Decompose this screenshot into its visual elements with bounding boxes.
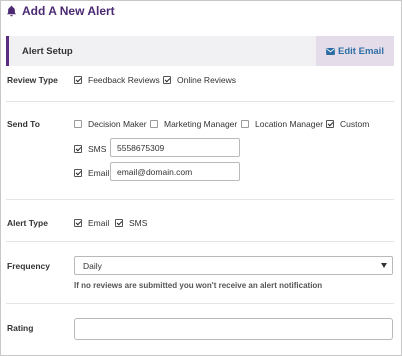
checkbox-label: Decision Maker	[88, 119, 147, 129]
checkbox-label: Email	[88, 168, 110, 178]
checkbox-box[interactable]	[150, 120, 158, 128]
section-title: Alert Setup	[22, 46, 73, 57]
divider	[6, 101, 394, 102]
divider	[6, 199, 394, 200]
alert-type-label: Alert Type	[7, 218, 48, 228]
alert-email-checkbox[interactable]: Email	[74, 218, 109, 228]
frequency-selected-value: Daily	[83, 260, 102, 271]
sms-checkbox[interactable]: SMS	[74, 144, 106, 154]
checkbox-label: SMS	[129, 218, 148, 228]
bell-icon	[6, 5, 17, 17]
rating-input[interactable]	[74, 318, 393, 340]
checkbox-label: SMS	[88, 144, 107, 154]
alert-sms-checkbox[interactable]: SMS	[115, 218, 147, 228]
sms-number-value: 5558675309	[117, 142, 165, 153]
checkbox-label: Feedback Reviews	[88, 75, 160, 85]
decision-maker-checkbox[interactable]: Decision Maker	[74, 119, 147, 129]
checkbox-label: Online Reviews	[177, 75, 237, 85]
page-title: Add A New Alert	[22, 4, 115, 18]
email-address-value: email@domain.com	[117, 166, 193, 177]
checkbox-label: Location Manager	[255, 119, 324, 129]
email-checkbox[interactable]: Email	[74, 168, 109, 178]
caret-down-icon	[381, 263, 387, 268]
feedback-reviews-checkbox[interactable]: Feedback Reviews	[74, 75, 160, 85]
custom-checkbox[interactable]: Custom	[326, 119, 369, 129]
sms-number-input[interactable]: 5558675309	[110, 138, 240, 157]
location-manager-checkbox[interactable]: Location Manager	[241, 119, 323, 129]
frequency-label: Frequency	[7, 261, 50, 271]
setup-accent-bar	[6, 36, 9, 66]
marketing-manager-checkbox[interactable]: Marketing Manager	[150, 119, 237, 129]
checkbox-box[interactable]	[326, 120, 334, 128]
checkbox-label: Email	[88, 218, 110, 228]
checkbox-box[interactable]	[74, 120, 82, 128]
divider	[6, 303, 394, 304]
checkbox-box[interactable]	[241, 120, 249, 128]
checkbox-box[interactable]	[74, 76, 82, 84]
review-type-label: Review Type	[7, 75, 58, 85]
email-address-input[interactable]: email@domain.com	[110, 162, 240, 181]
envelope-icon	[326, 47, 335, 55]
online-reviews-checkbox[interactable]: Online Reviews	[163, 75, 236, 85]
divider	[6, 241, 394, 242]
rating-label: Rating	[7, 323, 34, 333]
frequency-select[interactable]: Daily	[74, 256, 393, 275]
checkbox-box[interactable]	[74, 219, 82, 227]
checkbox-box[interactable]	[74, 169, 82, 177]
edit-email-label: Edit Email	[338, 45, 384, 57]
checkbox-box[interactable]	[74, 145, 82, 153]
edit-email-button[interactable]: Edit Email	[316, 36, 394, 66]
frequency-hint: If no reviews are submitted you won't re…	[74, 281, 323, 290]
checkbox-label: Custom	[340, 119, 370, 129]
checkbox-box[interactable]	[163, 76, 171, 84]
send-to-label: Send To	[7, 119, 40, 129]
alert-setup-bar: Alert Setup Edit Email	[6, 36, 394, 66]
checkbox-box[interactable]	[115, 219, 123, 227]
checkbox-label: Marketing Manager	[164, 119, 238, 129]
page-header: Add A New Alert	[6, 3, 115, 19]
